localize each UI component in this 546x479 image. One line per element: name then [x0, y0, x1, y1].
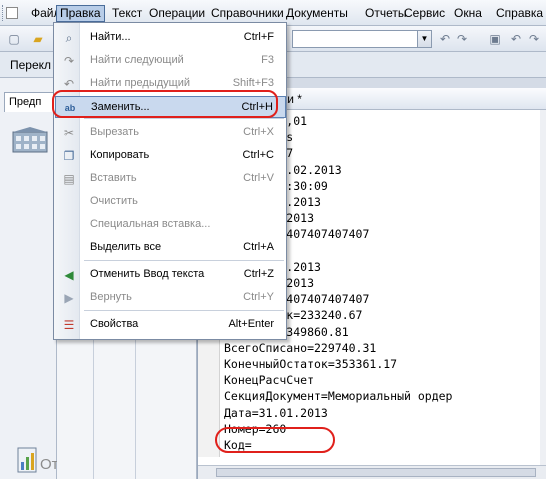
building-icon: [12, 127, 48, 153]
menu-item-label: Отменить Ввод текста: [90, 268, 205, 280]
menu-windows[interactable]: Окна: [451, 5, 485, 22]
menu-item-label: Вставить: [90, 172, 137, 184]
code-line[interactable]: КонецРасчСчет: [224, 372, 314, 388]
highlight-ellipse-replace: [52, 90, 278, 118]
menu-item-1[interactable]: ↷ Найти следующий F3: [55, 50, 286, 72]
menu-item-10[interactable]: ◀ Отменить Ввод текста Ctrl+Z: [55, 264, 286, 286]
menu-item-shortcut: Ctrl+Z: [243, 268, 274, 280]
menu-item-label: Вернуть: [90, 291, 132, 303]
editor-vertical-scrollbar[interactable]: [540, 110, 546, 465]
menu-item-shortcut: Ctrl+Y: [243, 291, 274, 303]
menu-item-label: Найти следующий: [90, 54, 184, 66]
menu-documents[interactable]: Документы: [283, 5, 351, 22]
undo-icon: ◀: [64, 268, 74, 282]
menu-item-7[interactable]: Очистить: [55, 191, 286, 213]
find-icon[interactable]: ↶: [437, 31, 453, 47]
menu-item-0[interactable]: ⌕ Найти... Ctrl+F: [55, 27, 286, 49]
menu-help[interactable]: Справка: [493, 5, 546, 22]
code-line[interactable]: ВсегоСписано=229740.31: [224, 340, 376, 356]
scissors-icon: ✂: [63, 126, 75, 140]
menu-item-label: Найти предыдущий: [90, 77, 190, 89]
paste-icon: ▤: [63, 172, 75, 186]
toolbar-search-combo[interactable]: ▼: [292, 30, 432, 48]
find-prev-icon: ↶: [63, 77, 75, 91]
code-line[interactable]: СекцияДокумент=Мемориальный ордер: [224, 388, 452, 404]
search-icon: ⌕: [65, 31, 73, 45]
editor-horizontal-scrollbar[interactable]: [198, 465, 546, 479]
menu-item-shortcut: Ctrl+A: [243, 241, 274, 253]
menu-item-shortcut: Ctrl+X: [243, 126, 274, 138]
menu-item-12[interactable]: ☰ Свойства Alt+Enter: [55, 314, 286, 336]
menu-item-label: Очистить: [90, 195, 138, 207]
chevron-down-icon[interactable]: ▼: [417, 31, 431, 47]
menu-item-shortcut: Ctrl+V: [243, 172, 274, 184]
properties-icon: ☰: [63, 318, 75, 332]
menu-item-11[interactable]: ▶ Вернуть Ctrl+Y: [55, 287, 286, 309]
undo-toolbar-icon[interactable]: ↶: [508, 31, 524, 47]
menu-item-label: Свойства: [90, 318, 139, 330]
menu-item-shortcut: Alt+Enter: [228, 318, 274, 330]
menu-separator: [84, 118, 284, 119]
menubar-grip[interactable]: [2, 5, 5, 21]
menu-item-5[interactable]: ❐ Копировать Ctrl+C: [55, 145, 286, 167]
menu-item-shortcut: Ctrl+F: [243, 31, 274, 43]
menu-item-label: Специальная вставка...: [90, 218, 211, 230]
tab-enterprise[interactable]: Предп: [4, 92, 57, 112]
menu-item-6[interactable]: ▤ Вставить Ctrl+V: [55, 168, 286, 190]
left-bottom-label[interactable]: От: [40, 456, 59, 473]
menu-item-shortcut: Shift+F3: [232, 77, 274, 89]
copy-icon: ❐: [63, 149, 75, 163]
switch-label[interactable]: Перекл: [10, 58, 51, 72]
scrollbar-thumb[interactable]: [216, 468, 536, 477]
menu-item-8[interactable]: Специальная вставка...: [55, 214, 286, 236]
open-folder-icon[interactable]: ▰: [30, 31, 46, 47]
menu-item-9[interactable]: Выделить все Ctrl+A: [55, 237, 286, 259]
menu-text[interactable]: Текст: [109, 5, 145, 22]
redo-toolbar-icon[interactable]: ↷: [526, 31, 542, 47]
code-line[interactable]: КонечныйОстаток=353361.17: [224, 356, 397, 372]
menu-separator: [84, 310, 284, 311]
report-chart-icon: [17, 447, 37, 473]
menu-item-label: Найти...: [90, 31, 131, 43]
highlight-ellipse-code: [215, 427, 335, 453]
find-next-icon: ↷: [63, 54, 75, 68]
menu-item-shortcut: Ctrl+C: [242, 149, 274, 161]
menu-item-label: Выделить все: [90, 241, 162, 253]
code-line[interactable]: Дата=31.01.2013: [224, 405, 328, 421]
menu-edit[interactable]: Правка: [56, 5, 105, 22]
menu-item-4[interactable]: ✂ Вырезать Ctrl+X: [55, 122, 286, 144]
edit-menu-dropdown: ⌕ Найти... Ctrl+F ↷ Найти следующий F3 ↶ Найти …: [53, 22, 287, 340]
menu-separator: [84, 260, 284, 261]
new-document-icon[interactable]: ▢: [6, 31, 22, 47]
menu-operations[interactable]: Операции: [146, 5, 208, 22]
menu-item-label: Вырезать: [90, 126, 139, 138]
redo-icon: ▶: [64, 291, 74, 305]
menu-service[interactable]: Сервис: [401, 5, 448, 22]
left-panel: Предп От: [0, 78, 59, 479]
menu-item-label: Копировать: [90, 149, 150, 161]
copy-toolbar-icon[interactable]: ▣: [487, 31, 503, 47]
document-icon[interactable]: [6, 7, 18, 19]
menu-directories[interactable]: Справочники: [208, 5, 287, 22]
find-next-toolbar-icon[interactable]: ↷: [454, 31, 470, 47]
menu-item-shortcut: F3: [261, 54, 274, 66]
